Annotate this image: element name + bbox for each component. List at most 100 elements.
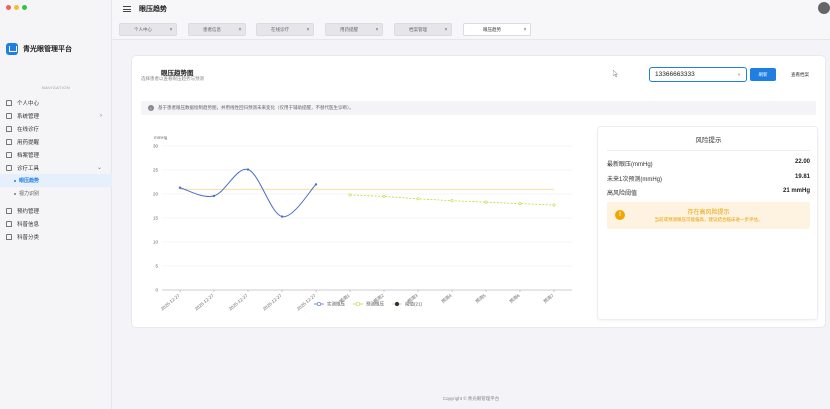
close-icon[interactable]: × bbox=[520, 27, 530, 33]
measured-point bbox=[246, 168, 250, 171]
sidebar-subitem-vision[interactable]: 视力识别 bbox=[0, 187, 112, 200]
risk-panel: 风险提示 最新眼压(mmHg) 22.00 未来1次预测(mmHg) 19.81… bbox=[597, 126, 818, 320]
divider bbox=[607, 150, 810, 151]
risk-alert: ! 存在高风险提示 当前或预测眼压可能偏高，建议结合临床进一步评估。 bbox=[607, 202, 810, 229]
legend-label: 实测眼压 bbox=[327, 301, 345, 308]
legend-label: 阈值(21) bbox=[405, 301, 423, 308]
sidebar-item-tools[interactable]: 诊疗工具 ⌄ bbox=[0, 161, 112, 174]
tab-online[interactable]: 在线诊疗 × bbox=[256, 23, 314, 36]
sidebar-item-personal-center[interactable]: 个人中心 bbox=[0, 96, 112, 109]
legend-marker bbox=[355, 301, 361, 307]
y-tick-label: 25 bbox=[153, 168, 159, 173]
minimize-window-button[interactable] bbox=[14, 5, 19, 10]
view-archive-button[interactable]: 查看档案 bbox=[780, 68, 820, 81]
sidebar-item-appointment[interactable]: 预约管理 bbox=[0, 204, 112, 217]
sidebar-subitem-label: 眼压趋势 bbox=[19, 178, 40, 184]
maximize-window-button[interactable] bbox=[22, 5, 27, 10]
close-icon[interactable]: × bbox=[235, 27, 245, 33]
sidebar: 青光眼管理平台 NAVIGATION 个人中心 系统管理 › 在线诊疗 用药提醒… bbox=[0, 0, 112, 409]
trend-card: 眼压趋势图 选择患者以查看眼压趋势与预测 13366663333 ▼ 刷新 查看… bbox=[131, 55, 826, 328]
y-tick-label: 5 bbox=[155, 264, 158, 269]
sidebar-item-online[interactable]: 在线诊疗 bbox=[0, 122, 112, 135]
trend-chart-svg: mmHg 0 5 10 15 20 25 30 2025-12-27 2025-12-27 2025… bbox=[153, 135, 572, 312]
window-controls bbox=[6, 5, 27, 10]
sidebar-item-science-info[interactable]: 科普信息 bbox=[0, 217, 112, 230]
sidebar-item-archive[interactable]: 档案管理 bbox=[0, 148, 112, 161]
risk-row-threshold: 高风险阈值 21 mmHg bbox=[607, 188, 810, 197]
predicted-point bbox=[416, 197, 420, 201]
predicted-point bbox=[484, 200, 488, 204]
tab-patient-info[interactable]: 患者信息 × bbox=[188, 23, 246, 36]
sidebar-subitem-iop-trend[interactable]: 眼压趋势 bbox=[0, 174, 112, 187]
close-window-button[interactable] bbox=[6, 5, 11, 10]
tab-iop-trend[interactable]: 眼压趋势 × bbox=[463, 23, 531, 36]
notice-text: 基于患者眼压数据绘制趋势图，并用线性回归预测未来变化（仅用于辅助提醒，不替代医生… bbox=[158, 105, 354, 110]
sidebar-item-medication[interactable]: 用药提醒 bbox=[0, 135, 112, 148]
sidebar-nav: 个人中心 系统管理 › 在线诊疗 用药提醒 档案管理 诊疗工具 ⌄ 眼压趋势 视… bbox=[0, 96, 112, 243]
tab-medication[interactable]: 用药提醒 × bbox=[325, 23, 383, 36]
legend-marker bbox=[394, 301, 400, 307]
folder-icon bbox=[6, 112, 12, 119]
phone-value: 13366663333 bbox=[655, 71, 695, 78]
sidebar-item-label: 系统管理 bbox=[17, 113, 40, 120]
nav-section-title: NAVIGATION bbox=[41, 85, 71, 90]
patient-phone-select[interactable]: 13366663333 ▼ bbox=[649, 67, 747, 82]
x-tick-label: 2025-12-27 bbox=[262, 293, 283, 312]
home-icon bbox=[6, 233, 12, 240]
close-icon[interactable]: × bbox=[166, 27, 176, 33]
risk-value: 21 mmHg bbox=[782, 188, 810, 194]
info-icon: i bbox=[148, 105, 154, 111]
x-tick-label: 2025-12-27 bbox=[160, 293, 181, 312]
predicted-point bbox=[450, 199, 454, 203]
menu-icon[interactable] bbox=[123, 6, 131, 12]
footer: Copyright © 青光眼管理平台 bbox=[442, 396, 500, 401]
y-tick-label: 15 bbox=[153, 216, 159, 221]
sidebar-item-label: 诊疗工具 bbox=[17, 165, 40, 172]
measured-point bbox=[280, 215, 284, 218]
risk-row-forecast: 未来1次预测(mmHg) 19.81 bbox=[607, 174, 810, 183]
close-icon[interactable]: × bbox=[441, 27, 451, 33]
predicted-point bbox=[552, 203, 556, 207]
sidebar-subitem-label: 视力识别 bbox=[19, 191, 40, 197]
predicted-point bbox=[518, 202, 522, 206]
tab-label: 患者信息 bbox=[203, 26, 221, 32]
risk-label: 未来1次预测(mmHg) bbox=[607, 177, 662, 183]
refresh-button[interactable]: 刷新 bbox=[750, 68, 776, 81]
x-tick-label: 预测4 bbox=[440, 292, 454, 305]
x-tick-label: 预测6 bbox=[508, 292, 522, 305]
measured-point bbox=[212, 194, 216, 198]
bullet-icon bbox=[14, 179, 16, 182]
brand[interactable]: 青光眼管理平台 bbox=[6, 43, 72, 55]
y-tick-label: 20 bbox=[153, 192, 159, 197]
predicted-point bbox=[348, 193, 352, 197]
sidebar-item-label: 用药提醒 bbox=[17, 139, 40, 146]
folder-icon bbox=[6, 164, 12, 171]
sidebar-item-science-category[interactable]: 科普分类 bbox=[0, 230, 112, 243]
sidebar-item-label: 在线诊疗 bbox=[17, 126, 40, 133]
x-tick-label: 预测5 bbox=[474, 292, 488, 305]
bullet-icon bbox=[14, 192, 16, 195]
risk-label: 高风险阈值 bbox=[607, 191, 638, 197]
x-tick-label: 2025-12-27 bbox=[194, 293, 215, 312]
app-name: 青光眼管理平台 bbox=[23, 46, 72, 53]
sidebar-item-label: 科普分类 bbox=[17, 234, 40, 241]
tab-label: 眼压趋势 bbox=[483, 26, 501, 32]
home-icon bbox=[6, 138, 12, 145]
home-icon bbox=[6, 99, 12, 106]
y-tick-label: 30 bbox=[153, 144, 159, 149]
tab-personal-center[interactable]: 个人中心 × bbox=[119, 23, 177, 36]
risk-label: 最新眼压(mmHg) bbox=[607, 162, 653, 168]
close-icon[interactable]: × bbox=[303, 27, 313, 33]
sidebar-item-system[interactable]: 系统管理 › bbox=[0, 109, 112, 122]
avatar[interactable] bbox=[818, 2, 830, 14]
chevron-right-icon: › bbox=[100, 112, 102, 119]
logo-icon bbox=[6, 43, 18, 55]
tab-archive[interactable]: 档案管理 × bbox=[394, 23, 452, 36]
x-tick-label: 2025-12-27 bbox=[228, 293, 249, 312]
mouse-cursor-icon bbox=[613, 70, 618, 77]
tab-label: 个人中心 bbox=[134, 26, 152, 32]
risk-title: 风险提示 bbox=[695, 137, 722, 144]
close-icon[interactable]: × bbox=[372, 27, 382, 33]
legend-marker bbox=[316, 301, 322, 307]
predicted-point bbox=[382, 194, 386, 198]
